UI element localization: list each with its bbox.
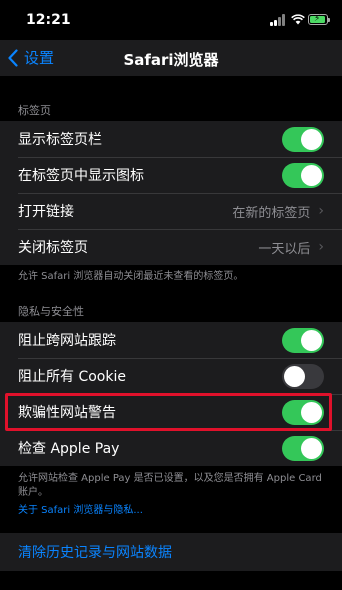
- row-prevent-cross-site-tracking[interactable]: 阻止跨网站跟踪: [0, 322, 342, 358]
- show-tab-bar-toggle[interactable]: [282, 126, 324, 152]
- status-time: 12:21: [26, 12, 71, 28]
- row-value: 一天以后: [258, 241, 311, 257]
- row-label: 在标签页中显示图标: [18, 168, 144, 184]
- privacy-footer: 允许网站检查 Apple Pay 是否已设置，以及您是否拥有 Apple Car…: [18, 473, 322, 498]
- row-show-icons-in-tabs[interactable]: 在标签页中显示图标: [0, 157, 342, 193]
- navigation-bar: 设置 Safari浏览器: [0, 40, 342, 76]
- chevron-right-icon: ›: [318, 203, 324, 219]
- section-header-tabs: 标签页: [18, 104, 51, 117]
- charging-bolt-icon: ⚡: [314, 14, 321, 24]
- cellular-signal-icon: [270, 14, 288, 26]
- fraud-warning-toggle[interactable]: [282, 399, 324, 425]
- row-open-links[interactable]: 打开链接 在新的标签页 ›: [0, 193, 342, 229]
- row-label: 欺骗性网站警告: [18, 405, 116, 421]
- tabs-group: 显示标签页栏 在标签页中显示图标 打开链接 在新的标签页 › 关闭标签页 一天以…: [0, 121, 342, 265]
- about-privacy-link[interactable]: 关于 Safari 浏览器与隐私...: [18, 501, 143, 516]
- row-label: 打开链接: [18, 204, 74, 220]
- row-label: 阻止跨网站跟踪: [18, 333, 116, 349]
- clear-history-label: 清除历史记录与网站数据: [18, 545, 172, 561]
- privacy-group: 阻止跨网站跟踪 阻止所有 Cookie 欺骗性网站警告 检查 Apple Pay: [0, 322, 342, 466]
- status-bar: 12:21 ⚡: [0, 0, 342, 40]
- wifi-icon: [291, 14, 305, 25]
- row-label: 检查 Apple Pay: [18, 441, 120, 457]
- row-fraudulent-website-warning[interactable]: 欺骗性网站警告: [0, 394, 342, 430]
- row-block-all-cookies[interactable]: 阻止所有 Cookie: [0, 358, 342, 394]
- row-check-apple-pay[interactable]: 检查 Apple Pay: [0, 430, 342, 466]
- row-value: 在新的标签页: [232, 205, 311, 221]
- apple-pay-toggle[interactable]: [282, 435, 324, 461]
- row-label: 关闭标签页: [18, 240, 88, 256]
- chevron-right-icon: ›: [318, 239, 324, 255]
- show-icons-toggle[interactable]: [282, 162, 324, 188]
- row-label: 显示标签页栏: [18, 132, 102, 148]
- block-cookies-toggle[interactable]: [282, 363, 324, 389]
- row-show-tab-bar[interactable]: 显示标签页栏: [0, 121, 342, 157]
- page-title: Safari浏览器: [123, 51, 219, 69]
- tabs-footer: 允许 Safari 浏览器自动关闭最近未查看的标签页。: [18, 271, 244, 282]
- row-close-tabs[interactable]: 关闭标签页 一天以后 ›: [0, 229, 342, 265]
- row-label: 阻止所有 Cookie: [18, 369, 126, 385]
- section-header-privacy: 隐私与安全性: [18, 305, 84, 318]
- clear-history-button[interactable]: 清除历史记录与网站数据: [0, 533, 342, 571]
- prevent-tracking-toggle[interactable]: [282, 327, 324, 353]
- battery-icon: ⚡: [308, 14, 330, 25]
